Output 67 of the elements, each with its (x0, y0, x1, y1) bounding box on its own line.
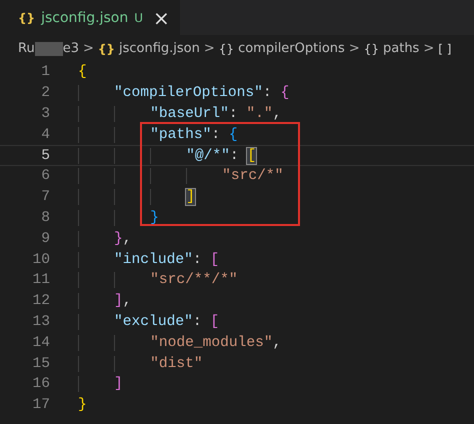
breadcrumb-item[interactable]: compilerOptions (238, 41, 345, 56)
line-number: 2 (40, 85, 50, 102)
json-key: "compilerOptions" (114, 85, 263, 102)
bracket: ] (114, 376, 123, 392)
bracket: } (78, 397, 87, 414)
line-number: 8 (40, 210, 50, 226)
bracket: { (280, 85, 290, 102)
line-number: 10 (31, 252, 50, 268)
json-key: "paths" (150, 126, 212, 143)
untracked-status: U (134, 10, 143, 24)
punctuation: , (272, 334, 282, 351)
breadcrumb-separator: > (348, 41, 360, 56)
line-number: 12 (31, 293, 50, 310)
line-number: 14 (31, 334, 50, 351)
close-icon[interactable]: × (153, 8, 170, 28)
line-number: 7 (40, 189, 50, 206)
line-number: 11 (31, 272, 50, 288)
object-icon: {} (218, 42, 234, 56)
json-key: "include" (114, 252, 193, 268)
bracket: [ (210, 252, 220, 268)
punctuation: : (228, 106, 239, 122)
line-number: 5 (40, 148, 50, 164)
breadcrumb-folder[interactable]: Ru e3 (18, 41, 79, 56)
json-file-icon: {} (98, 42, 115, 56)
json-key: "exclude" (114, 314, 193, 330)
json-string: "src/*" (222, 168, 284, 184)
json-string: "dist" (150, 356, 203, 372)
bracket: { (78, 64, 87, 80)
json-string: "src/**/*" (150, 272, 238, 288)
bracket: } (114, 230, 123, 247)
line-number: 9 (40, 230, 50, 247)
json-string: "." (246, 106, 273, 122)
bracket: } (150, 210, 159, 226)
line-number: 3 (40, 106, 50, 122)
punctuation: , (122, 230, 132, 247)
bracket: [ (247, 148, 256, 164)
bracket: ] (186, 189, 195, 206)
bracket: ] (114, 293, 123, 310)
punctuation: : (230, 148, 240, 164)
breadcrumb-item[interactable]: paths (383, 41, 420, 56)
object-icon: {} (364, 42, 379, 56)
line-number: 4 (40, 126, 50, 143)
breadcrumb-separator: > (82, 41, 94, 56)
punctuation: , (272, 106, 282, 122)
line-number: 6 (40, 168, 50, 184)
breadcrumb-separator: > (423, 41, 434, 56)
bracket: [ (210, 314, 220, 330)
line-number: 1 (40, 64, 50, 80)
json-string: "node_modules" (150, 334, 273, 351)
punctuation: : (192, 314, 203, 330)
tab-title: jsconfig.json (41, 10, 128, 26)
json-key: "@/*" (186, 148, 230, 164)
punctuation: : (192, 252, 203, 268)
json-file-icon: {} (18, 10, 36, 24)
breadcrumb-item[interactable]: jsconfig.json (118, 41, 200, 56)
editor-tab[interactable]: {} jsconfig.json U × (0, 0, 180, 35)
punctuation: : (262, 85, 273, 102)
punctuation: : (211, 126, 222, 143)
line-number: 13 (31, 314, 50, 330)
breadcrumb-separator: > (204, 41, 215, 56)
line-number: 17 (31, 397, 50, 414)
array-icon: [ ] (438, 42, 452, 56)
line-number: 15 (31, 356, 50, 372)
bracket: { (228, 126, 238, 143)
punctuation: , (122, 293, 132, 310)
line-number: 16 (31, 376, 50, 392)
json-key: "baseUrl" (150, 106, 229, 122)
